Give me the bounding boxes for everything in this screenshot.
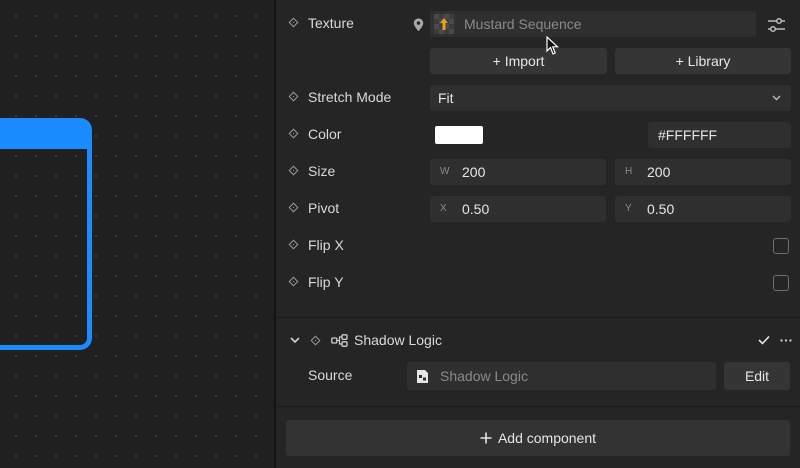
checkmark-icon[interactable]	[758, 335, 770, 345]
keyframe-diamond-icon[interactable]	[288, 91, 299, 102]
flip-x-row: Flip X	[276, 228, 800, 265]
inspector-panel: Texture Mustard Sequence + Import + Libr…	[276, 0, 800, 468]
color-hex-input[interactable]: #FFFFFF	[648, 122, 791, 148]
add-component-label: Add component	[497, 430, 597, 446]
chevron-down-icon	[772, 95, 781, 101]
texture-label: Texture	[308, 15, 354, 31]
size-row: Size W 200 H 200	[276, 154, 800, 191]
add-component-button[interactable]: Add component	[286, 420, 790, 456]
size-width-value: 200	[462, 164, 486, 180]
pivot-x-input[interactable]: X 0.50	[430, 196, 606, 222]
keyframe-diamond-icon[interactable]	[310, 335, 321, 346]
texture-thumbnail-icon	[434, 14, 454, 34]
texture-field[interactable]: Mustard Sequence	[430, 11, 756, 37]
keyframe-diamond-icon[interactable]	[288, 128, 299, 139]
size-width-input[interactable]: W 200	[430, 159, 606, 185]
flip-y-row: Flip Y	[276, 265, 800, 302]
shadow-logic-header[interactable]: Shadow Logic	[276, 322, 800, 359]
size-height-value: 200	[647, 164, 671, 180]
color-label: Color	[308, 126, 342, 142]
library-button[interactable]: + Library	[615, 48, 791, 74]
source-row: Source Shadow Logic Edit	[276, 357, 800, 394]
size-height-input[interactable]: H 200	[615, 159, 791, 185]
stretch-mode-label: Stretch Mode	[308, 89, 392, 105]
flip-x-label: Flip X	[308, 237, 344, 253]
section-divider	[276, 406, 800, 407]
sliders-icon[interactable]	[767, 17, 786, 33]
stretch-mode-select[interactable]: Fit	[430, 85, 791, 111]
node-graph-icon	[331, 334, 348, 347]
more-options-icon[interactable]	[780, 339, 792, 342]
source-value: Shadow Logic	[440, 368, 528, 384]
edit-button[interactable]: Edit	[724, 362, 790, 390]
color-row: Color #FFFFFF	[276, 117, 800, 154]
location-pin-icon[interactable]	[413, 18, 424, 32]
keyframe-diamond-icon[interactable]	[288, 202, 299, 213]
size-label: Size	[308, 163, 336, 179]
section-divider	[276, 317, 800, 318]
shadow-logic-title: Shadow Logic	[354, 332, 442, 348]
keyframe-diamond-icon[interactable]	[288, 165, 299, 176]
selected-frame[interactable]	[0, 118, 92, 350]
height-axis-label: H	[625, 166, 633, 177]
source-field[interactable]: Shadow Logic	[407, 362, 716, 390]
import-button[interactable]: + Import	[430, 48, 607, 74]
stretch-mode-value: Fit	[438, 90, 454, 106]
color-hex-value: #FFFFFF	[658, 127, 718, 143]
pivot-label: Pivot	[308, 200, 340, 216]
flip-y-checkbox[interactable]	[773, 275, 789, 291]
pivot-y-input[interactable]: Y 0.50	[615, 196, 791, 222]
width-axis-label: W	[440, 166, 450, 177]
x-axis-label: X	[440, 203, 447, 214]
flip-x-checkbox[interactable]	[773, 238, 789, 254]
canvas-viewport[interactable]	[0, 0, 274, 468]
color-swatch[interactable]	[435, 126, 483, 144]
stretch-mode-row: Stretch Mode Fit	[276, 80, 800, 117]
mouse-cursor-icon	[546, 36, 560, 55]
keyframe-diamond-icon[interactable]	[288, 239, 299, 250]
texture-value: Mustard Sequence	[464, 16, 582, 32]
keyframe-diamond-icon[interactable]	[288, 276, 299, 287]
pivot-x-value: 0.50	[462, 201, 490, 217]
plus-icon	[480, 432, 492, 444]
texture-row: Texture Mustard Sequence	[276, 6, 800, 43]
pivot-row: Pivot X 0.50 Y 0.50	[276, 191, 800, 228]
keyframe-diamond-icon[interactable]	[288, 17, 299, 28]
flip-y-label: Flip Y	[308, 274, 344, 290]
logic-script-icon	[417, 370, 428, 383]
y-axis-label: Y	[625, 203, 632, 214]
chevron-down-icon[interactable]	[290, 337, 300, 344]
pivot-y-value: 0.50	[647, 201, 675, 217]
source-label: Source	[308, 367, 353, 383]
